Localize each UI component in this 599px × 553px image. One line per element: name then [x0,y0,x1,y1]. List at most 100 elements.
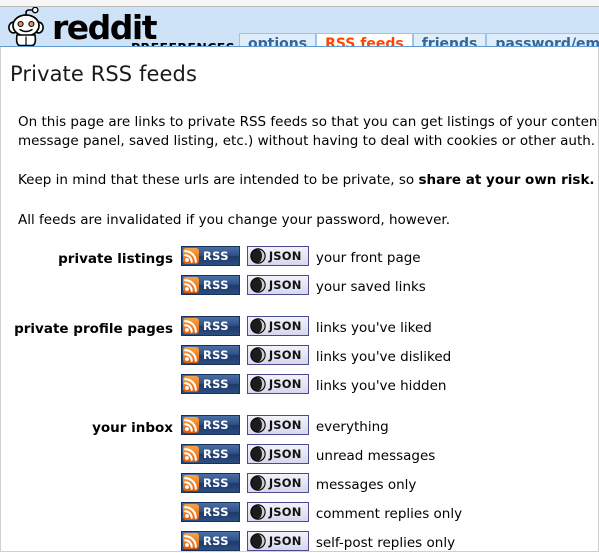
json-orb-icon [250,417,266,433]
json-button[interactable]: JSON [246,473,309,493]
rss-button-label: RSS [203,447,229,461]
feed-description-cell: links you've hidden [309,374,462,403]
rss-feed-icon [183,417,199,433]
feed-description-cell: everything [309,415,462,444]
json-orb-icon [250,318,266,334]
feed-buttons-cell: RSS JSON [181,415,309,444]
json-button-label: JSON [268,377,302,391]
rss-feed-icon [183,475,199,491]
json-button-label: JSON [268,319,302,333]
json-button[interactable]: JSON [246,275,309,295]
rss-feed-icon [183,318,199,334]
json-button-label: JSON [268,447,302,461]
feed-buttons-cell: RSS JSON [181,531,309,551]
rss-feed-icon [183,376,199,392]
rss-button[interactable]: RSS [181,374,240,394]
json-button[interactable]: JSON [246,374,309,394]
feed-description: links you've hidden [315,378,447,394]
rss-button[interactable]: RSS [181,502,240,522]
intro-paragraph-1-line-2: message panel, saved listing, etc.) with… [18,133,596,149]
json-button[interactable]: JSON [246,345,309,365]
feed-description-cell: self-post replies only [309,531,462,551]
feed-description: comment replies only [315,506,463,522]
rss-feed-icon [183,504,199,520]
reddit-alien-icon [6,7,50,46]
feed-buttons-cell: RSS JSON [181,316,309,345]
rss-feed-icon [183,446,199,462]
feed-buttons-cell: RSS JSON [181,275,309,304]
json-orb-icon [250,248,266,264]
rss-button-label: RSS [203,505,229,519]
json-button-label: JSON [268,418,302,432]
feed-description: your front page [315,250,421,266]
json-orb-icon [250,475,266,491]
json-button[interactable]: JSON [246,316,309,336]
json-button[interactable]: JSON [246,502,309,522]
rss-button[interactable]: RSS [181,316,240,336]
json-button[interactable]: JSON [246,531,309,551]
rss-feed-icon [183,533,199,549]
feed-links-table: private listings RSS JSON your front pag… [1,246,462,551]
feed-description-cell: links you've disliked [309,345,462,374]
group-label-text: private profile pages [14,321,173,337]
rss-button-label: RSS [203,418,229,432]
feed-links-body: private listings RSS JSON your front pag… [1,246,462,551]
rss-button[interactable]: RSS [181,444,240,464]
feed-buttons-cell: RSS JSON [181,246,309,275]
json-orb-icon [250,376,266,392]
tab-options[interactable]: options [239,33,317,46]
feed-buttons-cell: RSS JSON [181,444,309,473]
table-row: private listings RSS JSON your front pag… [1,246,462,275]
group-label-text: private listings [58,251,173,267]
rss-button[interactable]: RSS [181,415,240,435]
tab-password-email[interactable]: password/email [486,33,599,46]
json-button-label: JSON [268,249,302,263]
group-label-private-profile-pages: private profile pages [1,316,181,403]
intro-paragraph-3: All feeds are invalidated if you change … [18,212,451,228]
rss-button[interactable]: RSS [181,531,240,551]
feed-description: everything [315,419,389,435]
feed-buttons-cell: RSS JSON [181,374,309,403]
feed-description: self-post replies only [315,535,456,551]
feed-description: links you've liked [315,320,432,336]
intro-paragraph-2: Keep in mind that these urls are intende… [18,171,598,190]
rss-button-label: RSS [203,249,229,263]
rss-button[interactable]: RSS [181,246,240,266]
group-spacer [1,403,462,415]
feed-description-cell: comment replies only [309,502,462,531]
table-row: your inbox RSS JSON everything [1,415,462,444]
json-button[interactable]: JSON [246,444,309,464]
feed-buttons-cell: RSS JSON [181,473,309,502]
feed-description-cell: links you've liked [309,316,462,345]
rss-button[interactable]: RSS [181,473,240,493]
rss-button[interactable]: RSS [181,275,240,295]
json-button-label: JSON [268,505,302,519]
json-orb-icon [250,277,266,293]
feed-buttons-cell: RSS JSON [181,502,309,531]
json-button-label: JSON [268,348,302,362]
intro-paragraph-1-line-1: On this page are links to private RSS fe… [18,114,599,130]
rss-button-label: RSS [203,476,229,490]
json-orb-icon [250,347,266,363]
feed-description: messages only [315,477,417,493]
json-button-label: JSON [268,476,302,490]
rss-button-label: RSS [203,377,229,391]
intro-text: On this page are links to private RSS fe… [1,113,598,230]
table-row: private profile pages RSS JSON links you… [1,316,462,345]
feed-description-cell: your saved links [309,275,462,304]
json-button[interactable]: JSON [246,246,309,266]
tab-rss-feeds[interactable]: RSS feeds [316,33,413,46]
rss-button[interactable]: RSS [181,345,240,365]
content-panel: Private RSS feeds On this page are links… [0,47,599,552]
feed-description-cell: your front page [309,246,462,275]
browser-top-strip [0,0,599,7]
json-orb-icon [250,446,266,462]
rss-feed-icon [183,277,199,293]
top-strip-fill [0,0,599,6]
feed-description: unread messages [315,448,436,464]
group-label-your-inbox: your inbox [1,415,181,551]
json-button[interactable]: JSON [246,415,309,435]
feed-description-cell: messages only [309,473,462,502]
intro-paragraph-2-emphasis: share at your own risk. [418,172,595,188]
tab-friends[interactable]: friends [412,33,487,46]
